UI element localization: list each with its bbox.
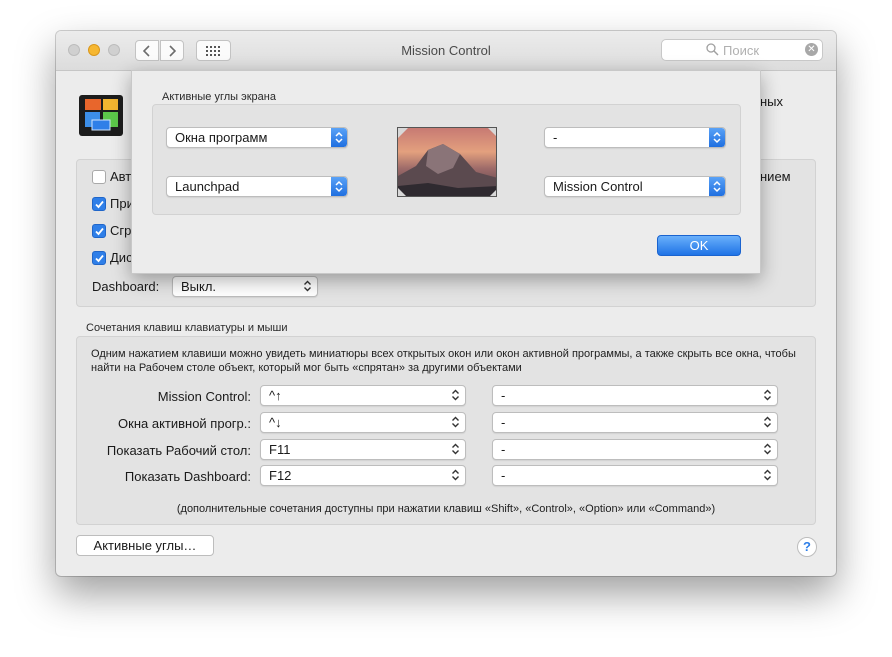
modifier-keys-note: (дополнительные сочетания доступны при н… — [176, 503, 716, 515]
help-button[interactable]: ? — [797, 537, 817, 557]
checkbox-displays[interactable] — [92, 251, 106, 265]
top-left-corner-select[interactable]: Окна программ — [166, 127, 348, 148]
dashboard-label: Dashboard: — [92, 279, 160, 294]
checkbox-auto-label-end: нием — [760, 169, 791, 184]
hot-corners-button[interactable]: Активные углы… — [76, 535, 214, 556]
shortcut-mouse-show-desktop[interactable]: - — [492, 439, 778, 460]
up-down-chevron-icon — [452, 389, 459, 401]
up-down-chevron-icon — [764, 389, 771, 401]
shortcut-key-value: ^↓ — [269, 415, 282, 430]
up-down-chevron-icon — [452, 416, 459, 428]
shortcut-key-show-dashboard[interactable]: F12 — [260, 465, 466, 486]
checkbox-displays-label: Дис — [110, 250, 133, 265]
bottom-left-corner-select[interactable]: Launchpad — [166, 176, 348, 197]
ok-button[interactable]: OK — [657, 235, 741, 256]
search-field[interactable]: Поиск ✕ — [661, 39, 823, 61]
up-down-chevron-icon — [709, 128, 725, 147]
shortcut-mouse-value: - — [501, 388, 506, 403]
shortcut-label-mission-control: Mission Control: — [157, 389, 251, 404]
checkmark-icon — [95, 200, 104, 209]
shortcut-label-show-dashboard: Показать Dashboard: — [124, 469, 251, 484]
shortcut-key-value: F11 — [269, 442, 291, 457]
up-down-chevron-icon — [452, 443, 459, 455]
dashboard-select[interactable]: Выкл. — [172, 276, 318, 297]
up-down-chevron-icon — [764, 443, 771, 455]
shortcut-label-app-windows: Окна активной прогр.: — [118, 416, 251, 431]
shortcut-key-mission-control[interactable]: ^↑ — [260, 385, 466, 406]
shortcut-mouse-value: - — [501, 442, 506, 457]
shortcuts-caption: Сочетания клавиш клавиатуры и мыши — [86, 322, 288, 334]
partially-hidden-header-text: ных — [760, 94, 784, 109]
up-down-chevron-icon — [304, 280, 311, 292]
shortcuts-description: Одним нажатием клавиши можно увидеть мин… — [91, 348, 796, 374]
shortcut-key-value: ^↑ — [269, 388, 282, 403]
search-icon — [706, 43, 719, 56]
hot-corners-sheet: Активные углы экрана Окна программ Launc… — [131, 70, 761, 274]
top-left-corner-value: Окна программ — [175, 130, 268, 145]
shortcut-mouse-app-windows[interactable]: - — [492, 412, 778, 433]
shortcut-mouse-value: - — [501, 415, 506, 430]
up-down-chevron-icon — [331, 128, 347, 147]
search-placeholder: Поиск — [723, 43, 760, 58]
checkmark-icon — [95, 227, 104, 236]
bottom-right-corner-select[interactable]: Mission Control — [544, 176, 726, 197]
shortcut-key-app-windows[interactable]: ^↓ — [260, 412, 466, 433]
shortcut-key-value: F12 — [269, 468, 292, 483]
up-down-chevron-icon — [764, 416, 771, 428]
hot-corners-caption: Активные углы экрана — [162, 91, 276, 103]
up-down-chevron-icon — [452, 469, 459, 481]
up-down-chevron-icon — [331, 177, 347, 196]
checkbox-group[interactable] — [92, 197, 106, 211]
bottom-left-corner-value: Launchpad — [175, 179, 240, 194]
bottom-right-corner-value: Mission Control — [553, 179, 643, 194]
dashboard-select-value: Выкл. — [181, 279, 217, 294]
checkbox-auto[interactable] — [92, 170, 106, 184]
checkbox-group-windows-label: Сгр — [110, 223, 132, 238]
titlebar: Mission Control Поиск ✕ — [56, 31, 836, 71]
top-right-corner-select[interactable]: - — [544, 127, 726, 148]
top-right-corner-value: - — [553, 130, 558, 145]
shortcut-mouse-show-dashboard[interactable]: - — [492, 465, 778, 486]
up-down-chevron-icon — [709, 177, 725, 196]
shortcut-label-show-desktop: Показать Рабочий стол: — [106, 443, 251, 458]
mission-control-app-icon — [79, 95, 123, 136]
checkbox-auto-label: Авт — [110, 169, 132, 184]
shortcut-mouse-value: - — [501, 468, 506, 483]
shortcut-mouse-mission-control[interactable]: - — [492, 385, 778, 406]
up-down-chevron-icon — [764, 469, 771, 481]
desktop-preview-image — [397, 127, 497, 197]
checkmark-icon — [95, 254, 104, 263]
checkbox-group-windows[interactable] — [92, 224, 106, 238]
shortcut-key-show-desktop[interactable]: F11 — [260, 439, 466, 460]
clear-search-icon[interactable]: ✕ — [805, 43, 818, 56]
